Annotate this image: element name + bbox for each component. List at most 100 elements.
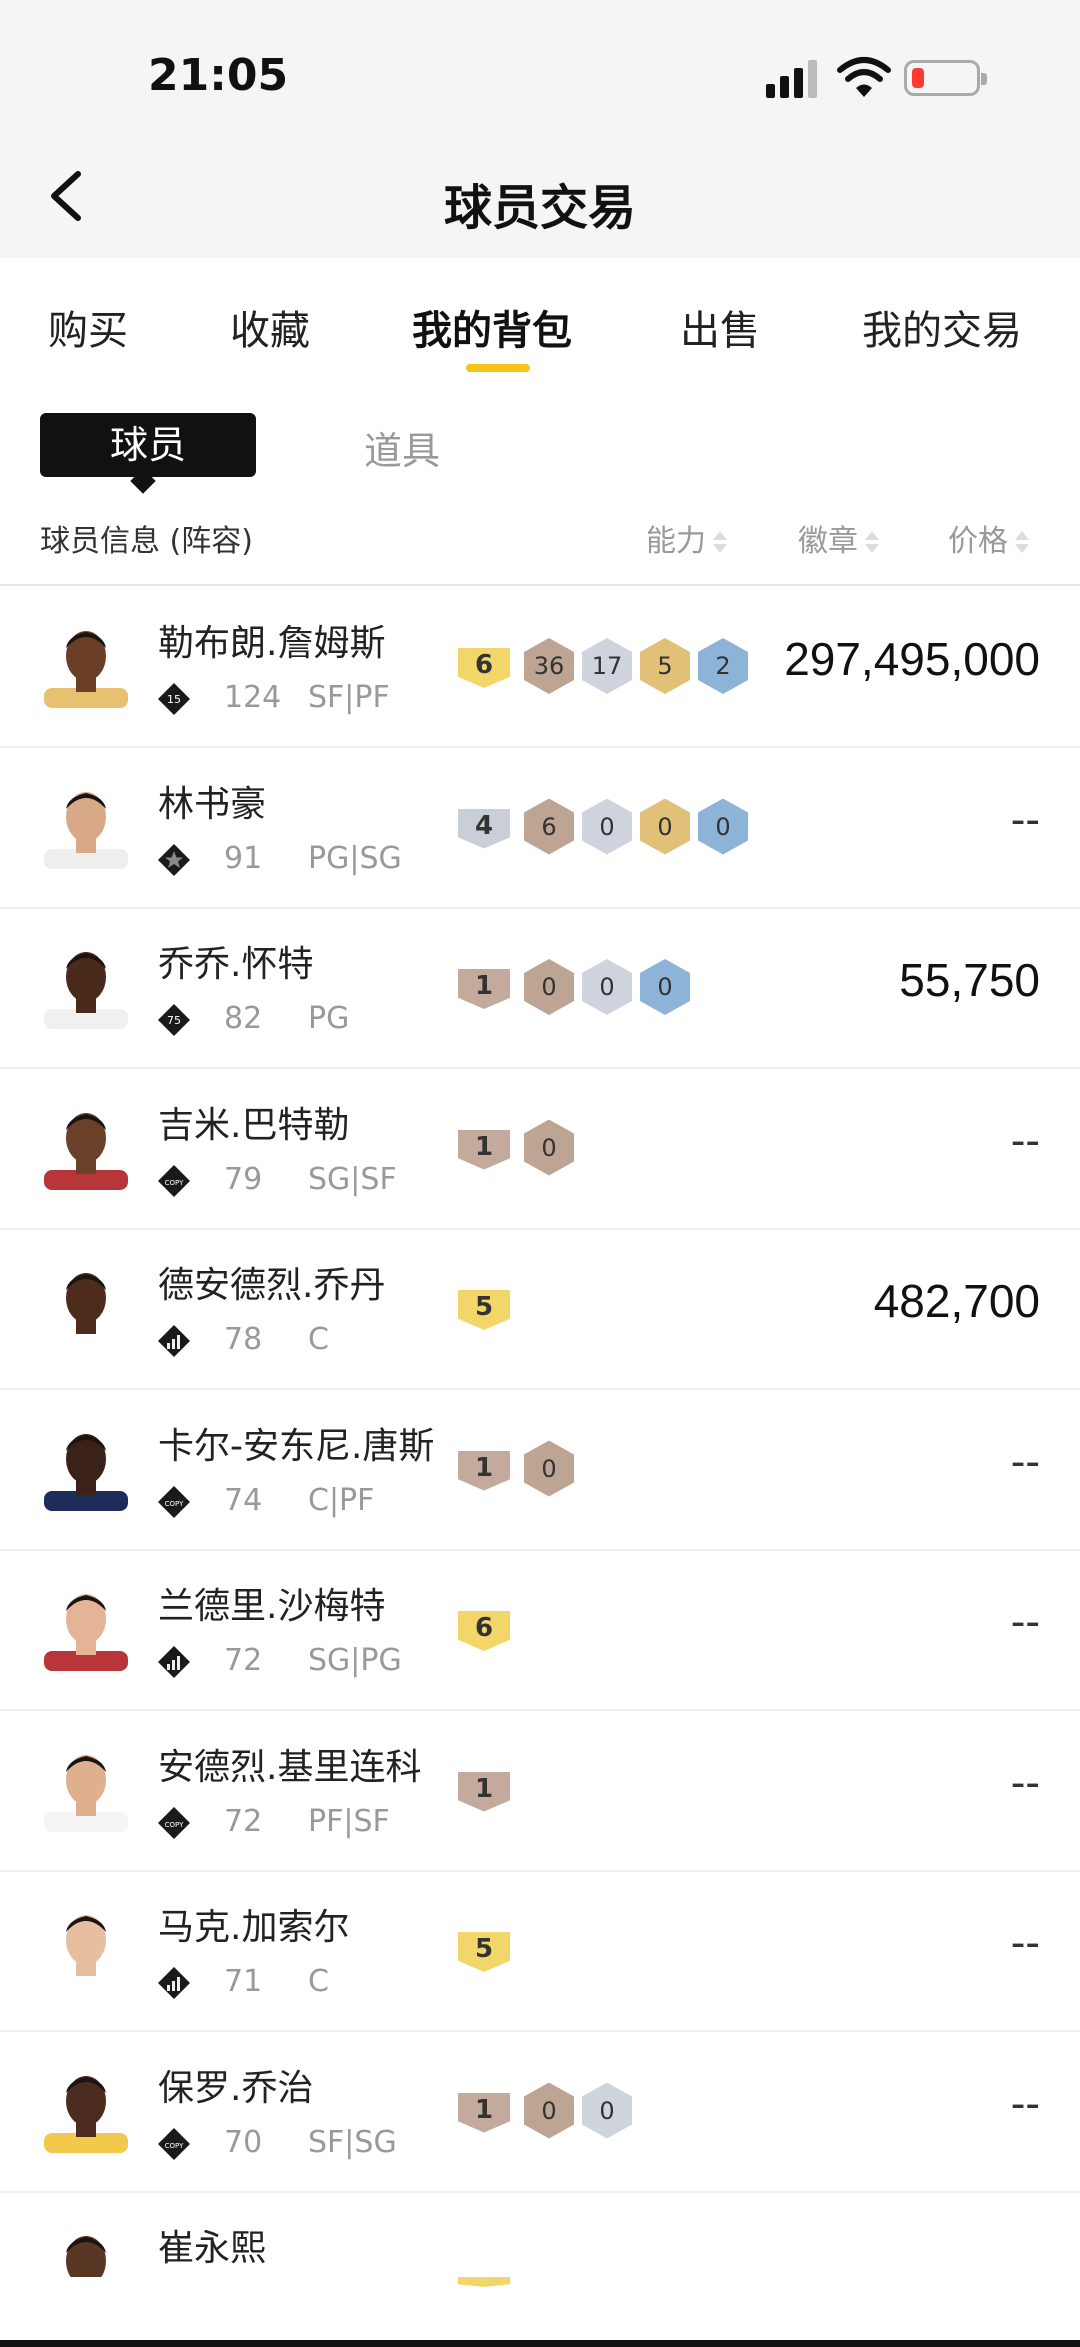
badge-silver-count: 0 bbox=[582, 2082, 632, 2139]
player-overall: 71 bbox=[224, 1964, 263, 1999]
tier-badge-icon: COPY bbox=[158, 1806, 190, 1839]
ability-level-badge bbox=[458, 2277, 510, 2287]
player-position: C bbox=[308, 1964, 329, 1999]
player-name: 保罗.乔治 bbox=[158, 2067, 314, 2109]
player-name: 林书豪 bbox=[158, 783, 267, 825]
segment-items[interactable]: 道具 bbox=[364, 420, 440, 475]
player-price: -- bbox=[1010, 1115, 1040, 1165]
player-overall: 72 bbox=[224, 1803, 263, 1839]
badge-blue-count: 0 bbox=[640, 959, 690, 1015]
tier-badge-icon: COPY bbox=[158, 1164, 190, 1197]
tab-buy[interactable]: 购买 bbox=[48, 298, 128, 356]
player-avatar bbox=[44, 1433, 128, 1511]
player-avatar bbox=[44, 952, 128, 1029]
player-row[interactable]: 安德烈.基里连科 COPY 72 PF|SF 1 -- bbox=[0, 1712, 1080, 1872]
sort-arrows-icon bbox=[1014, 530, 1030, 556]
player-position: SG|SF bbox=[308, 1161, 397, 1197]
player-position: SF|SG bbox=[308, 2124, 397, 2160]
badge-bronze-count: 0 bbox=[524, 959, 574, 1015]
column-badges-sort[interactable]: 徽章 bbox=[798, 516, 880, 560]
tier-badge-icon: 15 bbox=[158, 683, 190, 715]
svg-text:15: 15 bbox=[167, 693, 181, 706]
column-header: 球员信息 (阵容) 能力 徽章 价格 bbox=[0, 500, 1080, 586]
player-avatar bbox=[44, 631, 128, 708]
ability-level-badge: 1 bbox=[458, 1129, 510, 1170]
badge-silver-count: 0 bbox=[582, 959, 632, 1015]
cellular-signal-icon bbox=[766, 58, 822, 98]
player-overall: 78 bbox=[224, 1322, 263, 1357]
app-root: { "status_bar": {"time": "21:05", "icons… bbox=[0, 0, 1080, 2347]
navigation-bar: 球员交易 bbox=[0, 140, 1080, 258]
player-avatar bbox=[44, 1594, 128, 1671]
player-row[interactable]: 林书豪 91 PG|SG 4 6 0 0 0 -- bbox=[0, 749, 1080, 909]
svg-text:COPY: COPY bbox=[165, 1500, 184, 1508]
tier-badge-icon: COPY bbox=[158, 1485, 190, 1518]
svg-text:COPY: COPY bbox=[165, 1179, 184, 1187]
player-price: 55,750 bbox=[899, 954, 1040, 1006]
player-row[interactable]: 德安德烈.乔丹 78 C 5 482,700 bbox=[0, 1230, 1080, 1390]
ability-level-badge: 1 bbox=[458, 969, 510, 1009]
player-avatar bbox=[44, 2075, 128, 2153]
page-title: 球员交易 bbox=[443, 180, 636, 236]
tab-my-trades[interactable]: 我的交易 bbox=[862, 298, 1022, 356]
svg-text:COPY: COPY bbox=[165, 2142, 184, 2150]
badge-bronze-count: 0 bbox=[524, 1440, 574, 1497]
player-position: C bbox=[308, 1322, 329, 1357]
player-row[interactable]: 崔永熙 bbox=[0, 2193, 1080, 2303]
player-overall: 124 bbox=[224, 680, 282, 715]
badge-bronze-count: 36 bbox=[524, 638, 574, 694]
tab-sell[interactable]: 出售 bbox=[680, 298, 760, 356]
player-avatar bbox=[44, 1112, 128, 1190]
player-position: C|PF bbox=[308, 1482, 375, 1518]
player-avatar bbox=[44, 1915, 128, 1992]
ability-level-badge: 5 bbox=[458, 1290, 510, 1330]
badge-silver-count: 17 bbox=[582, 638, 632, 694]
player-overall: 70 bbox=[224, 2124, 263, 2160]
player-name: 安德烈.基里连科 bbox=[158, 1746, 422, 1788]
player-overall: 72 bbox=[224, 1643, 263, 1678]
badge-bronze-count: 6 bbox=[524, 798, 574, 855]
player-row[interactable]: 保罗.乔治 COPY 70 SF|SG 1 0 0 -- bbox=[0, 2033, 1080, 2193]
badge-gold-count: 0 bbox=[640, 798, 690, 855]
player-price: -- bbox=[1010, 1918, 1040, 1967]
column-price-sort[interactable]: 价格 bbox=[948, 516, 1030, 560]
tab-favorites[interactable]: 收藏 bbox=[230, 298, 310, 356]
player-position: PF|SF bbox=[308, 1803, 390, 1839]
column-badges-label: 徽章 bbox=[798, 524, 858, 559]
player-avatar bbox=[44, 1754, 128, 1832]
badge-bronze-count: 0 bbox=[524, 1119, 574, 1176]
status-time: 21:05 bbox=[148, 50, 289, 101]
player-row[interactable]: 乔乔.怀特 75 82 PG 1 0 0 0 55,750 bbox=[0, 909, 1080, 1069]
player-overall: 79 bbox=[224, 1161, 263, 1197]
tier-badge-icon bbox=[158, 1967, 190, 1999]
battery-low-icon bbox=[904, 60, 987, 96]
tab-bar: 购买 收藏 我的背包 出售 我的交易 bbox=[0, 258, 1080, 378]
player-position: PG|SG bbox=[308, 840, 402, 876]
tier-badge-icon: COPY bbox=[158, 2127, 190, 2160]
player-position: SF|PF bbox=[308, 680, 390, 715]
svg-text:COPY: COPY bbox=[165, 1821, 184, 1829]
player-price: -- bbox=[1010, 1757, 1040, 1807]
sort-arrows-icon bbox=[712, 530, 728, 556]
badge-blue-count: 0 bbox=[698, 798, 748, 855]
column-ability-sort[interactable]: 能力 bbox=[646, 516, 728, 560]
player-name: 崔永熙 bbox=[158, 2228, 267, 2269]
ability-level-badge: 6 bbox=[458, 648, 510, 688]
segment-players[interactable]: 球员 bbox=[40, 413, 256, 477]
player-row[interactable]: 卡尔-安东尼.唐斯 COPY 74 C|PF 1 0 -- bbox=[0, 1391, 1080, 1551]
player-price: -- bbox=[1010, 1597, 1040, 1646]
ability-level-badge: 1 bbox=[458, 1450, 510, 1491]
player-name: 乔乔.怀特 bbox=[158, 944, 314, 985]
tab-my-bag[interactable]: 我的背包 bbox=[412, 298, 572, 356]
ability-level-badge: 6 bbox=[458, 1611, 510, 1651]
player-row[interactable]: 吉米.巴特勒 COPY 79 SG|SF 1 0 -- bbox=[0, 1070, 1080, 1230]
player-price: -- bbox=[1010, 1436, 1040, 1486]
player-row[interactable]: 勒布朗.詹姆斯 15 124 SF|PF 6 36 17 5 2 297,495,000 bbox=[0, 588, 1080, 748]
badge-bronze-count: 0 bbox=[524, 2082, 574, 2139]
player-row[interactable]: 兰德里.沙梅特 72 SG|PG 6 -- bbox=[0, 1551, 1080, 1711]
player-avatar bbox=[44, 1273, 128, 1350]
ability-level-badge: 5 bbox=[458, 1932, 510, 1972]
active-tab-indicator bbox=[466, 364, 530, 372]
player-row[interactable]: 马克.加索尔 71 C 5 -- bbox=[0, 1872, 1080, 2032]
tier-badge-icon bbox=[158, 1646, 190, 1678]
